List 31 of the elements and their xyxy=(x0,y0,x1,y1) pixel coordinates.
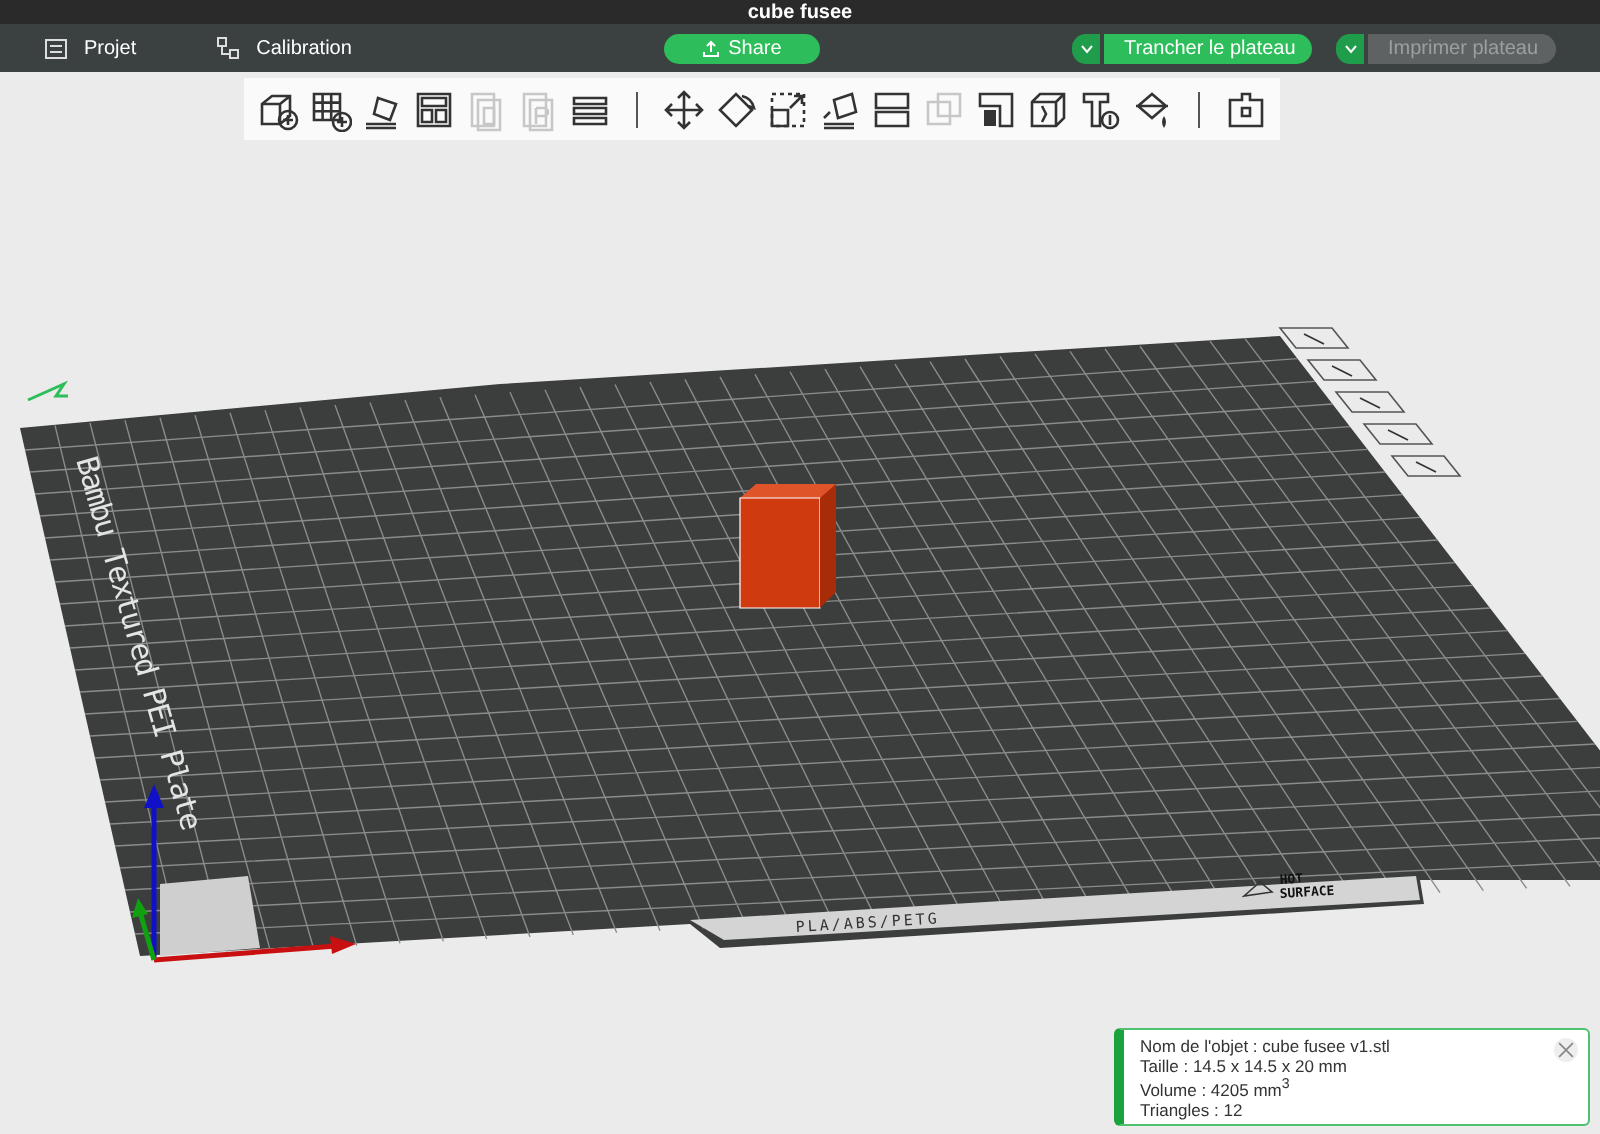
nav-tab[interactable]: Calibration xyxy=(216,36,352,60)
add-grid-icon[interactable] xyxy=(308,87,352,131)
share-button[interactable]: Share xyxy=(663,33,820,63)
x-axis-arrow-icon xyxy=(153,936,356,963)
arrange-icon[interactable] xyxy=(412,87,456,131)
z-axis-arrow-icon xyxy=(144,784,164,960)
y-axis-arrow-icon xyxy=(132,898,157,961)
split-icon[interactable] xyxy=(870,87,914,131)
cube-model-drawing xyxy=(739,484,836,609)
object-info-line: Volume : 4205 mm$^{3}$ xyxy=(1140,1076,1290,1102)
text-icon[interactable] xyxy=(1078,87,1122,131)
color-paint-icon[interactable] xyxy=(1130,87,1174,131)
lay-flat-icon[interactable] xyxy=(818,87,862,131)
warning-triangle-icon xyxy=(1241,880,1274,898)
nav-tab[interactable]: Projet xyxy=(44,37,137,59)
flow-chart-icon xyxy=(216,36,241,60)
dropdown-caret-icon[interactable] xyxy=(1336,33,1364,63)
scale-icon[interactable] xyxy=(766,87,810,131)
rotate-icon[interactable] xyxy=(714,87,758,131)
object-info-line: Triangles : 12 xyxy=(1140,1101,1243,1121)
dropdown-caret-icon[interactable] xyxy=(1072,33,1100,63)
object-info-line: Taille : 14.5 x 14.5 x 20 mm xyxy=(1140,1057,1347,1077)
close-icon[interactable] xyxy=(1554,1038,1578,1062)
window-title: cube fusee xyxy=(747,2,853,24)
origin-corner-tile xyxy=(160,876,260,956)
list-icon xyxy=(44,37,68,59)
slice-plate-button[interactable]: Trancher le plateau xyxy=(1104,33,1312,63)
upload-icon xyxy=(702,39,721,57)
object-info-line: Nom de l'objet : cube fusee v1.stl xyxy=(1140,1038,1390,1058)
logo-mark-icon xyxy=(27,380,69,402)
move-icon[interactable] xyxy=(662,87,706,131)
